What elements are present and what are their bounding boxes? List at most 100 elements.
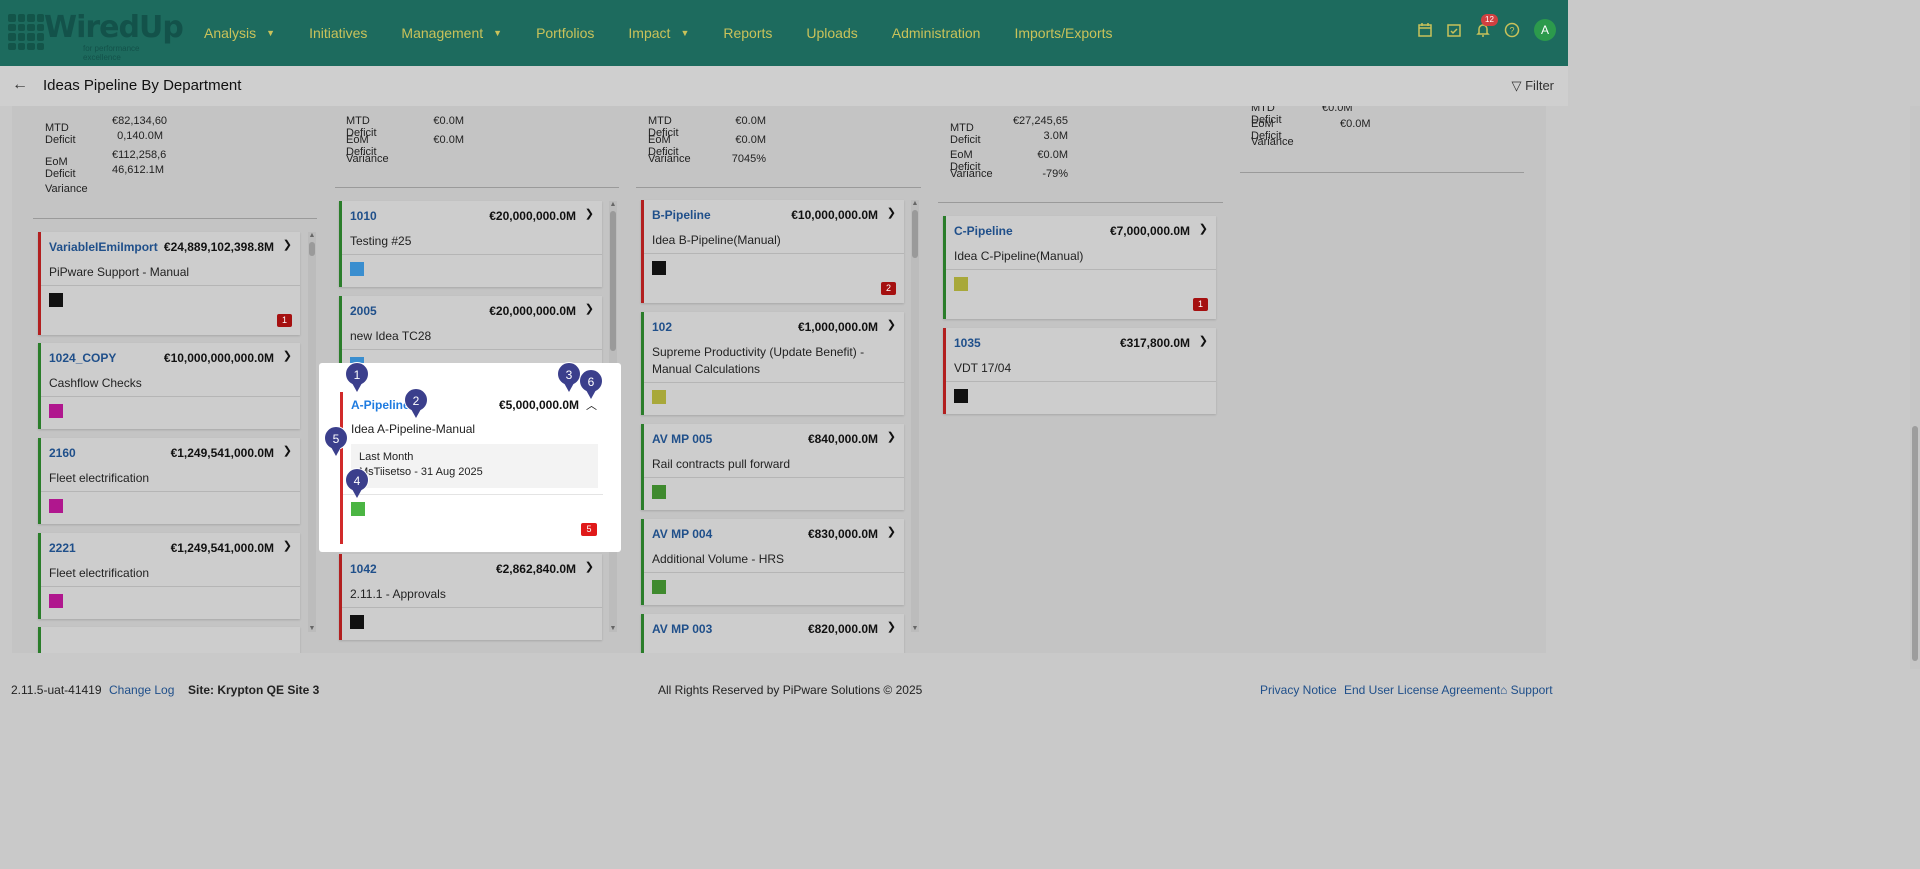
count-badge: 5 (581, 523, 597, 536)
idea-card[interactable]: AV MP 004 €830,000.0M ❯ Additional Volum… (641, 519, 904, 605)
idea-card[interactable]: C-Pipeline €7,000,000.0M ❯ Idea C-Pipeli… (943, 216, 1216, 319)
idea-id-link[interactable]: 1024_COPY (49, 351, 116, 365)
eula-link[interactable]: End User License Agreement (1344, 683, 1500, 697)
nav-imports-exports[interactable]: Imports/Exports (1014, 25, 1112, 41)
column-scrollbar[interactable]: ▲ ▼ (911, 200, 919, 632)
idea-id-link[interactable]: 2005 (350, 304, 377, 318)
card-divider (41, 586, 300, 587)
chevron-down-icon[interactable]: ❯ (1199, 222, 1208, 235)
chevron-down-icon[interactable]: ❯ (887, 525, 896, 538)
idea-id-link[interactable]: 1042 (350, 562, 377, 576)
svg-text:?: ? (1509, 26, 1514, 36)
calendar-check-icon[interactable] (1446, 22, 1462, 38)
nav-administration[interactable]: Administration (892, 25, 981, 41)
arrow-left-icon[interactable]: ← (12, 76, 28, 94)
column-divider (335, 187, 619, 188)
idea-card[interactable]: 1042 €2,862,840.0M ❯ 2.11.1 - Approvals (339, 554, 602, 640)
chevron-down-icon[interactable]: ❯ (887, 318, 896, 331)
metric-label: Variance (346, 153, 389, 165)
help-icon[interactable]: ? (1504, 22, 1520, 38)
idea-id-link[interactable]: AV MP 004 (652, 527, 712, 541)
nav-impact[interactable]: Impact ▼ (628, 25, 689, 41)
idea-id-link[interactable]: AV MP 003 (652, 622, 712, 636)
idea-id-link[interactable]: 1010 (350, 209, 377, 223)
wiredup-logo[interactable]: WiredUp for performance excellence (8, 10, 184, 62)
idea-amount: €1,249,541,000.0M (170, 541, 274, 555)
chevron-down-icon[interactable]: ❯ (887, 206, 896, 219)
idea-id-link[interactable]: C-Pipeline (954, 224, 1013, 238)
metric-label: Variance (950, 168, 993, 180)
pipeline-board: MTD Deficit €82,134,60 0,140.0M EoM Defi… (12, 106, 1546, 653)
metric-value: €112,258,6 (112, 149, 167, 161)
idea-card[interactable] (38, 627, 300, 653)
calendar-icon[interactable] (1417, 22, 1433, 38)
status-color-swatch (652, 580, 666, 594)
status-color-swatch (652, 485, 666, 499)
metric-value: €0.0M (1322, 106, 1353, 114)
idea-id-link[interactable]: A-Pipeline (351, 398, 410, 412)
nav-initiatives[interactable]: Initiatives (309, 25, 367, 41)
idea-card[interactable]: VariableIEmiImport €24,889,102,398.8M ❯ … (38, 232, 300, 335)
idea-id-link[interactable]: AV MP 005 (652, 432, 712, 446)
user-avatar[interactable]: A (1534, 19, 1556, 41)
idea-amount: €10,000,000.0M (791, 208, 878, 222)
card-divider (342, 254, 602, 255)
chevron-down-icon[interactable]: ❯ (283, 444, 292, 457)
metric-value: 46,612.1M (112, 164, 164, 176)
status-color-swatch (350, 262, 364, 276)
card-divider (644, 477, 904, 478)
page-header: ← Ideas Pipeline By Department ▽ Filter (0, 66, 1568, 106)
metric-value: 0,140.0M (117, 130, 163, 142)
nav-uploads[interactable]: Uploads (806, 25, 857, 41)
chevron-down-icon[interactable]: ❯ (283, 539, 292, 552)
annotation-marker: 1 (345, 362, 369, 392)
idea-id-link[interactable]: 102 (652, 320, 672, 334)
chevron-down-icon[interactable]: ❯ (585, 207, 594, 220)
nav-management[interactable]: Management ▼ (401, 25, 502, 41)
idea-card[interactable]: B-Pipeline €10,000,000.0M ❯ Idea B-Pipel… (641, 200, 904, 303)
idea-card[interactable]: 1035 €317,800.0M ❯ VDT 17/04 (943, 328, 1216, 414)
idea-card[interactable]: 102 €1,000,000.0M ❯ Supreme Productivity… (641, 312, 904, 415)
nav-analysis[interactable]: Analysis ▼ (204, 25, 275, 41)
idea-card[interactable]: 1024_COPY €10,000,000,000.0M ❯ Cashflow … (38, 343, 300, 429)
status-color-swatch (49, 404, 63, 418)
idea-name: Testing #25 (350, 234, 412, 248)
chevron-down-icon[interactable]: ❯ (283, 349, 292, 362)
metric-value: -79% (1042, 168, 1068, 180)
bell-icon[interactable]: 12 (1475, 14, 1498, 38)
filter-button[interactable]: ▽ Filter (1511, 78, 1554, 94)
idea-card[interactable]: 1010 €20,000,000.0M ❯ Testing #25 (339, 201, 602, 287)
idea-card[interactable]: 2160 €1,249,541,000.0M ❯ Fleet electrifi… (38, 438, 300, 524)
expanded-idea-card[interactable]: A-Pipeline €5,000,000.0M ︿ Idea A-Pipeli… (340, 392, 603, 544)
nav-reports[interactable]: Reports (723, 25, 772, 41)
chevron-down-icon[interactable]: ❯ (283, 238, 292, 251)
idea-id-link[interactable]: 2221 (49, 541, 76, 555)
support-link[interactable]: ⌂ Support (1500, 683, 1553, 697)
column-scrollbar[interactable]: ▲ ▼ (308, 232, 316, 632)
nav-portfolios[interactable]: Portfolios (536, 25, 594, 41)
idea-id-link[interactable]: 2160 (49, 446, 76, 460)
chevron-down-icon[interactable]: ❯ (887, 430, 896, 443)
chevron-down-icon[interactable]: ❯ (887, 620, 896, 633)
count-badge: 1 (1193, 298, 1208, 311)
idea-amount: €317,800.0M (1119, 336, 1190, 350)
filter-icon: ▽ (1511, 78, 1522, 93)
idea-id-link[interactable]: B-Pipeline (652, 208, 711, 222)
support-icon: ⌂ (1500, 683, 1508, 697)
chevron-down-icon[interactable]: ❯ (585, 302, 594, 315)
idea-id-link[interactable]: 1035 (954, 336, 981, 350)
chevron-down-icon[interactable]: ❯ (585, 560, 594, 573)
idea-card[interactable]: 2221 €1,249,541,000.0M ❯ Fleet electrifi… (38, 533, 300, 619)
idea-id-link[interactable]: VariableIEmiImport (49, 240, 158, 254)
page-scrollbar[interactable] (1910, 106, 1920, 669)
card-divider (41, 285, 300, 286)
status-color-swatch (351, 502, 365, 516)
idea-card[interactable]: AV MP 003 €820,000.0M ❯ (641, 614, 904, 653)
idea-card[interactable]: AV MP 005 €840,000.0M ❯ Rail contracts p… (641, 424, 904, 510)
chevron-up-icon[interactable]: ︿ (586, 397, 597, 413)
idea-name: Idea B-Pipeline(Manual) (652, 233, 781, 247)
metric-value: 7045% (731, 153, 766, 165)
changelog-link[interactable]: Change Log (109, 683, 174, 697)
privacy-link[interactable]: Privacy Notice (1260, 683, 1337, 697)
chevron-down-icon[interactable]: ❯ (1199, 334, 1208, 347)
